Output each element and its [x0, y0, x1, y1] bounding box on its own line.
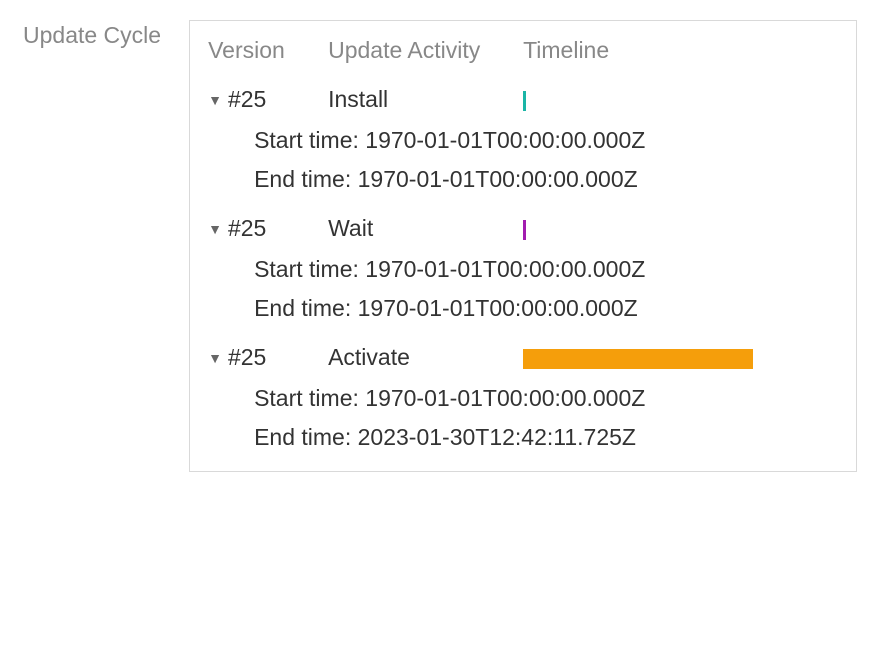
table-row: ▼ #25 Activate Start time: 1970-01-01T00:00… [208, 344, 838, 451]
timeline-bar [523, 91, 526, 111]
caret-down-icon[interactable]: ▼ [208, 92, 222, 108]
summary-row[interactable]: ▼ #25 Wait [208, 215, 838, 242]
col-activity: Update Activity [328, 37, 523, 64]
col-version: Version [208, 37, 328, 64]
caret-down-icon[interactable]: ▼ [208, 350, 222, 366]
end-time: End time: 1970-01-01T00:00:00.000Z [208, 295, 838, 322]
col-timeline: Timeline [523, 37, 838, 64]
field-label-update-cycle: Update Cycle [23, 20, 161, 49]
timeline-cell [523, 89, 838, 111]
version-text: #25 [228, 215, 266, 242]
activity-cell: Wait [328, 215, 523, 242]
table-row: ▼ #25 Wait Start time: 1970-01-01T00:00:00.… [208, 215, 838, 322]
version-text: #25 [228, 344, 266, 371]
summary-row[interactable]: ▼ #25 Install [208, 86, 838, 113]
table-header: Version Update Activity Timeline [208, 37, 838, 64]
timeline-bar [523, 349, 753, 369]
activity-cell: Install [328, 86, 523, 113]
activity-cell: Activate [328, 344, 523, 371]
start-time: Start time: 1970-01-01T00:00:00.000Z [208, 127, 838, 154]
timeline-cell [523, 347, 838, 369]
version-cell[interactable]: ▼ #25 [208, 215, 328, 242]
version-cell[interactable]: ▼ #25 [208, 344, 328, 371]
start-time: Start time: 1970-01-01T00:00:00.000Z [208, 256, 838, 283]
start-time: Start time: 1970-01-01T00:00:00.000Z [208, 385, 838, 412]
version-cell[interactable]: ▼ #25 [208, 86, 328, 113]
timeline-cell [523, 218, 838, 240]
end-time: End time: 1970-01-01T00:00:00.000Z [208, 166, 838, 193]
end-time: End time: 2023-01-30T12:42:11.725Z [208, 424, 838, 451]
version-text: #25 [228, 86, 266, 113]
update-cycle-panel: Version Update Activity Timeline ▼ #25 Ins… [189, 20, 857, 472]
summary-row[interactable]: ▼ #25 Activate [208, 344, 838, 371]
caret-down-icon[interactable]: ▼ [208, 221, 222, 237]
table-row: ▼ #25 Install Start time: 1970-01-01T00:00:… [208, 86, 838, 193]
timeline-bar [523, 220, 526, 240]
